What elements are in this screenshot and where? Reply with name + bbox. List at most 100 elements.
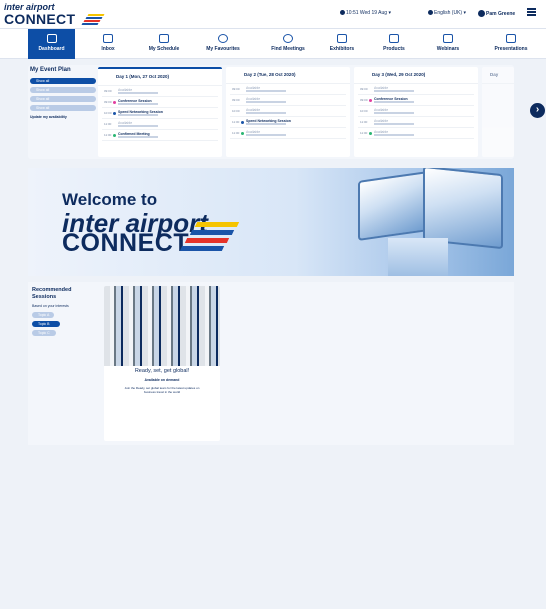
nav-inbox[interactable]: Inbox	[78, 29, 138, 59]
recommended-sessions-panel	[28, 282, 514, 445]
status-dot	[113, 111, 116, 115]
nav-dashboard[interactable]: Dashboard	[28, 29, 75, 59]
schedule-slot[interactable]: 11:00 Available	[230, 128, 346, 139]
schedule-slot[interactable]: 09:00 Conference Session	[358, 95, 474, 106]
welcome-logo-bottom: CONNECT	[62, 229, 190, 257]
update-availability-link[interactable]: Update my availability	[30, 115, 96, 119]
plan-filter-pill[interactable]: Show all	[30, 105, 96, 111]
user-name: Pam Greene	[486, 10, 516, 17]
interest-pill[interactable]: Topic C	[32, 330, 56, 336]
sessions-title: Recommended Sessions	[32, 287, 72, 300]
schedule-slot[interactable]: 10:00 Speed Networking Session	[102, 108, 218, 119]
slot-time: 09:00	[232, 98, 240, 102]
hamburger-menu-icon[interactable]	[527, 8, 536, 16]
globe-icon	[428, 10, 433, 16]
session-tag: Available on demand	[144, 378, 180, 382]
slot-time: 11:00	[360, 131, 368, 135]
main-nav: Dashboard Inbox My Schedule My Favourite…	[0, 28, 546, 59]
event-plan-sidebar: My Event Plan Show all Show all Show all…	[30, 67, 96, 157]
schedule-slot[interactable]: 09:00 Available	[358, 84, 474, 95]
slot-time: 09:00	[104, 89, 112, 93]
user-menu[interactable]: Pam Greene	[478, 10, 515, 17]
plan-filter-pill[interactable]: Show all	[30, 78, 96, 84]
day-column: Day 1 (Mon, 27 Oct 2020) 09:00 Available …	[98, 67, 222, 157]
schedule-slot[interactable]: 09:00 Available	[102, 86, 218, 97]
slot-time: 10:00	[104, 111, 112, 115]
logo-flag-icon	[81, 14, 105, 26]
nav-label: My Schedule	[148, 46, 180, 52]
day-column: Day 2 (Tue, 28 Oct 2020) 09:00 Available …	[226, 67, 350, 157]
nav-label: Webinars	[436, 46, 460, 52]
slot-time: 09:00	[232, 87, 240, 91]
event-plan-title: My Event Plan	[30, 67, 71, 73]
banner-decor	[388, 238, 448, 276]
session-desc: Join the Ready, set global team for the …	[124, 386, 200, 394]
schedule-slot[interactable]: 11:00 Speed Networking Session	[230, 117, 346, 128]
schedule-slot[interactable]: 09:00 Available	[230, 95, 346, 106]
clock-text: 10:51 Wed 19 Aug	[346, 10, 388, 16]
language-select[interactable]: English (UK) ▾	[428, 10, 466, 16]
schedule-slot[interactable]: 11:00 Available	[358, 117, 474, 128]
session-card[interactable]: Ready, set, get global! Available on dem…	[104, 286, 220, 441]
schedule-slot[interactable]: 11:00 Confirmed Meeting	[102, 130, 218, 141]
status-dot	[369, 131, 372, 135]
status-dot	[241, 131, 244, 135]
clock-display: 10:51 Wed 19 Aug ▾	[340, 10, 391, 16]
exhibitors-icon	[337, 34, 347, 43]
day-title: Day 2 (Tue, 28 Oct 2020)	[226, 67, 350, 84]
slot-time: 11:00	[232, 131, 240, 135]
nav-presentations[interactable]: Presentations	[476, 29, 546, 59]
session-image	[104, 286, 220, 366]
slot-time: 11:00	[104, 122, 112, 126]
status-dot	[241, 120, 244, 124]
products-icon	[389, 34, 399, 43]
nav-my-schedule[interactable]: My Schedule	[132, 29, 196, 59]
schedule-slot[interactable]: 09:00 Conference Session	[102, 97, 218, 108]
slot-time: 11:00	[232, 120, 240, 124]
sessions-subtitle: Based on your interests	[32, 304, 69, 308]
interest-pill[interactable]: Topic B	[32, 321, 60, 327]
day-title: Day 3 (Wed, 29 Oct 2020)	[354, 67, 478, 84]
nav-label: Presentations	[494, 46, 528, 52]
day-column: Day 3 (Wed, 29 Oct 2020) 09:00 Available …	[354, 67, 478, 157]
plan-filter-pill[interactable]: Show all	[30, 87, 96, 93]
day-column-partial: Day	[482, 67, 514, 157]
interest-pill[interactable]: Topic A	[32, 312, 54, 318]
webinar-icon	[443, 34, 453, 43]
slot-time: 11:00	[360, 120, 368, 124]
slot-time: 09:00	[104, 100, 112, 104]
star-icon	[218, 34, 228, 43]
inbox-icon	[103, 34, 113, 43]
schedule-slot[interactable]: 11:00 Available	[102, 119, 218, 130]
logo-text-bottom: CONNECT	[4, 11, 76, 27]
sessions-sidebar: Recommended Sessions Based on your inter…	[32, 287, 96, 339]
language-text: English (UK)	[434, 10, 463, 16]
schedule-slot[interactable]: 10:00 Available	[230, 106, 346, 117]
presentation-icon	[506, 34, 516, 43]
schedule-slot[interactable]: 11:00 Available	[358, 128, 474, 139]
session-title: Ready, set, get global!	[134, 368, 190, 374]
slot-time: 10:00	[360, 109, 368, 113]
calendar-icon	[159, 34, 169, 43]
slot-time: 10:00	[232, 109, 240, 113]
schedule-slot[interactable]: 09:00 Available	[230, 84, 346, 95]
welcome-flag-icon	[179, 222, 240, 252]
slot-time: 09:00	[360, 98, 368, 102]
welcome-heading: Welcome to	[62, 190, 158, 209]
slot-time: 09:00	[360, 87, 368, 91]
status-dot	[113, 100, 116, 104]
slot-time: 11:00	[104, 133, 112, 137]
status-dot	[369, 98, 372, 102]
plan-filter-pill[interactable]: Show all	[30, 96, 96, 102]
nav-webinars[interactable]: Webinars	[416, 29, 480, 59]
screen-image	[358, 171, 428, 241]
grid-icon	[46, 34, 57, 43]
plan-next-arrow-icon[interactable]: ›	[530, 103, 545, 118]
nav-my-favourites[interactable]: My Favourites	[191, 29, 255, 59]
clock-icon	[340, 10, 345, 16]
avatar-icon	[478, 10, 485, 17]
schedule-slot[interactable]: 10:00 Available	[358, 106, 474, 117]
day-title: Day 1 (Mon, 27 Oct 2020)	[98, 69, 222, 86]
day-title: Day	[482, 67, 514, 84]
search-icon	[283, 34, 293, 43]
